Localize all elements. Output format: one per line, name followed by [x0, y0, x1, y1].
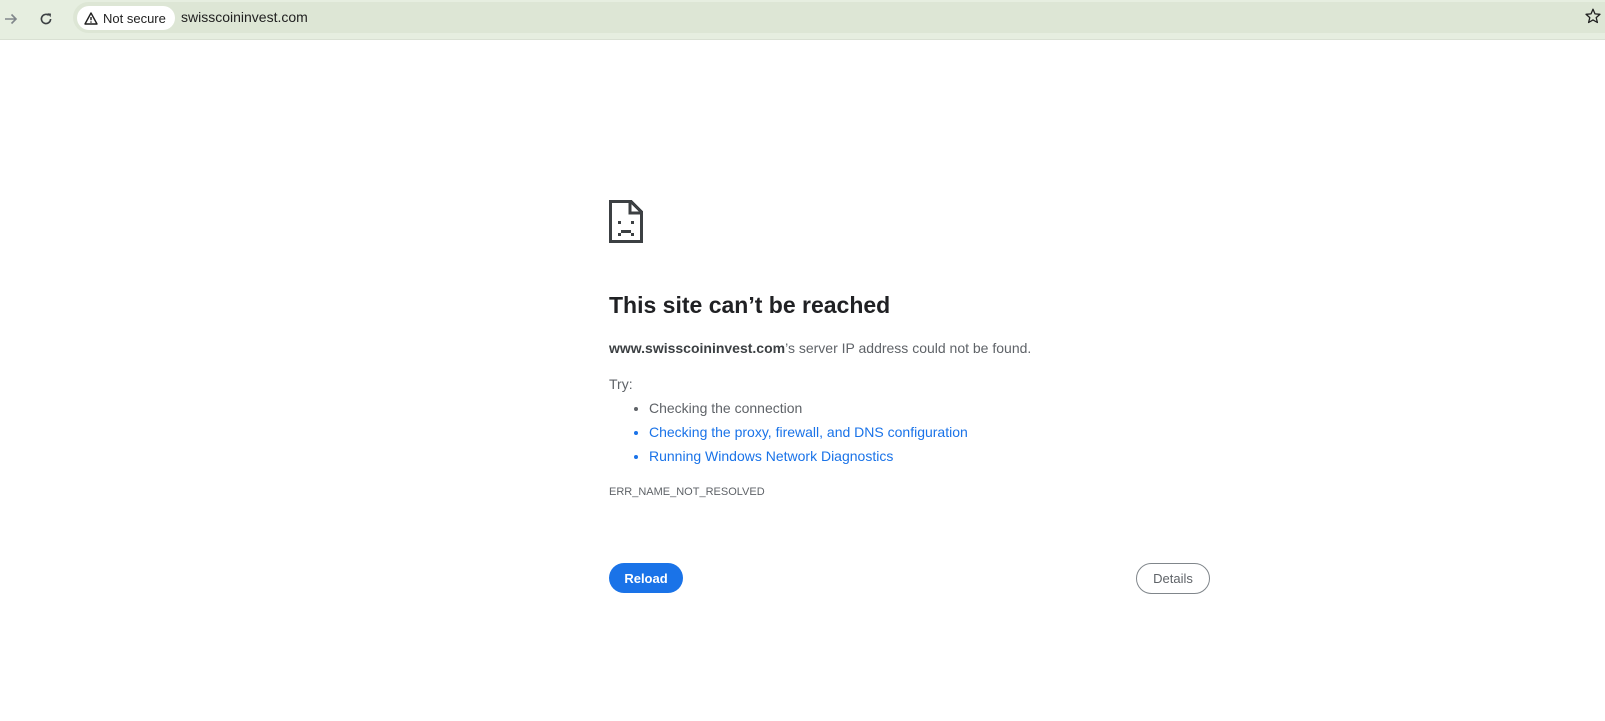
reload-button[interactable]: Reload — [609, 563, 683, 593]
error-content: This site can’t be reached www.swisscoin… — [609, 200, 1209, 498]
reload-page-button[interactable] — [33, 6, 59, 32]
forward-button[interactable] — [0, 6, 24, 32]
try-label: Try: — [609, 376, 633, 392]
security-label: Not secure — [103, 10, 166, 26]
details-button[interactable]: Details — [1136, 563, 1210, 594]
sad-page-icon — [609, 200, 643, 243]
star-icon — [1585, 8, 1601, 24]
suggestions-list: Checking the connection Checking the pro… — [609, 396, 1209, 468]
suggestion-check-proxy-link[interactable]: Checking the proxy, firewall, and DNS co… — [649, 420, 1209, 444]
arrow-right-icon — [5, 13, 18, 25]
warning-triangle-icon — [84, 11, 98, 25]
error-code: ERR_NAME_NOT_RESOLVED — [609, 486, 765, 498]
bookmark-button[interactable] — [1583, 6, 1603, 26]
suggestion-network-diagnostics-link[interactable]: Running Windows Network Diagnostics — [649, 444, 1209, 468]
url-text[interactable]: swisscoininvest.com — [181, 9, 308, 25]
error-message: ’s server IP address could not be found. — [785, 340, 1032, 356]
site-info-chip[interactable]: Not secure — [77, 6, 175, 30]
error-description: www.swisscoininvest.com’s server IP addr… — [609, 338, 1209, 358]
address-bar[interactable]: Not secure swisscoininvest.com — [73, 2, 1605, 33]
reload-icon — [40, 13, 52, 25]
error-title: This site can’t be reached — [609, 292, 891, 318]
error-host: www.swisscoininvest.com — [609, 340, 786, 356]
suggestion-check-connection: Checking the connection — [649, 396, 1209, 420]
browser-toolbar: Not secure swisscoininvest.com — [0, 0, 1605, 40]
